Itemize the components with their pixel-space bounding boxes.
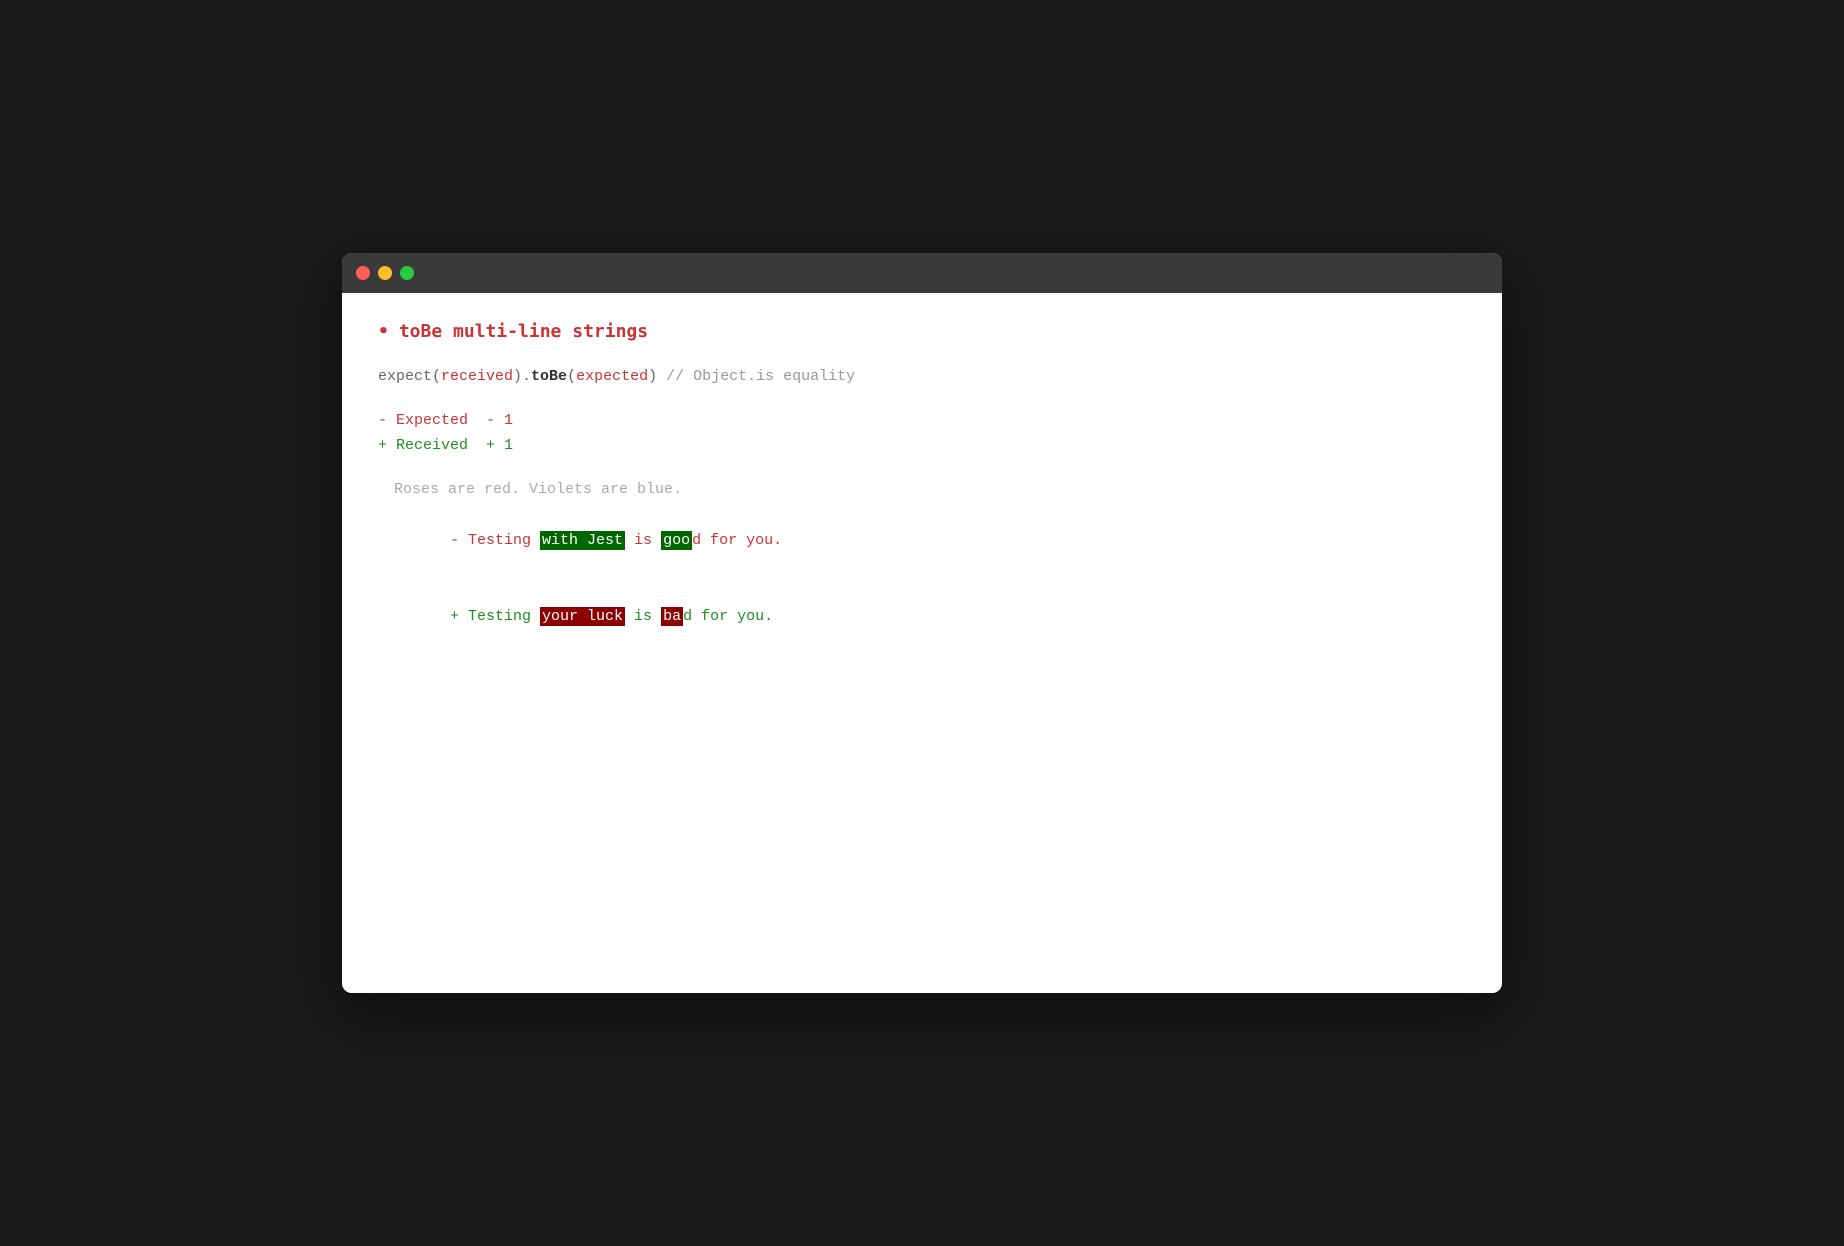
expect-close: ). <box>513 368 531 385</box>
expected-prefix: - Testing <box>450 532 540 549</box>
maximize-button[interactable] <box>400 266 414 280</box>
minimize-button[interactable] <box>378 266 392 280</box>
expect-fn: expect( <box>378 368 441 385</box>
code-block: expect(received).toBe(expected) // Objec… <box>378 364 1466 655</box>
context-line: Roses are red. Violets are blue. <box>378 477 1466 503</box>
bad-highlight: ba <box>661 607 683 626</box>
expected-param: expected <box>576 368 648 385</box>
expect-end: ) <box>648 368 666 385</box>
close-button[interactable] <box>356 266 370 280</box>
expect-line: expect(received).toBe(expected) // Objec… <box>378 364 1466 390</box>
expected-mid: is <box>625 532 661 549</box>
app-window: • toBe multi-line strings expect(receive… <box>342 253 1502 993</box>
received-highlight: your luck <box>540 607 625 626</box>
received-test-line: + Testing your luck is bad for you. <box>378 579 1466 656</box>
diff-received-line: + Received + 1 <box>378 433 1466 459</box>
comment: // Object.is equality <box>666 368 855 385</box>
tobe-method: toBe <box>531 368 567 385</box>
test-title: • toBe multi-line strings <box>378 321 1466 342</box>
expected-test-line: - Testing with Jest is good for you. <box>378 502 1466 579</box>
bullet-icon: • <box>378 321 389 342</box>
expected-highlight: with Jest <box>540 531 625 550</box>
content-area: • toBe multi-line strings expect(receive… <box>342 293 1502 993</box>
test-title-text: toBe multi-line strings <box>399 321 648 342</box>
received-mid: is <box>625 608 661 625</box>
expected-suffix: d for you. <box>692 532 782 549</box>
received-param: received <box>441 368 513 385</box>
received-prefix: + Testing <box>450 608 540 625</box>
received-suffix: d for you. <box>683 608 773 625</box>
expect-args: ( <box>567 368 576 385</box>
diff-expected-line: - Expected - 1 <box>378 408 1466 434</box>
titlebar <box>342 253 1502 293</box>
good-highlight: goo <box>661 531 692 550</box>
diff-summary: - Expected - 1 + Received + 1 <box>378 408 1466 459</box>
